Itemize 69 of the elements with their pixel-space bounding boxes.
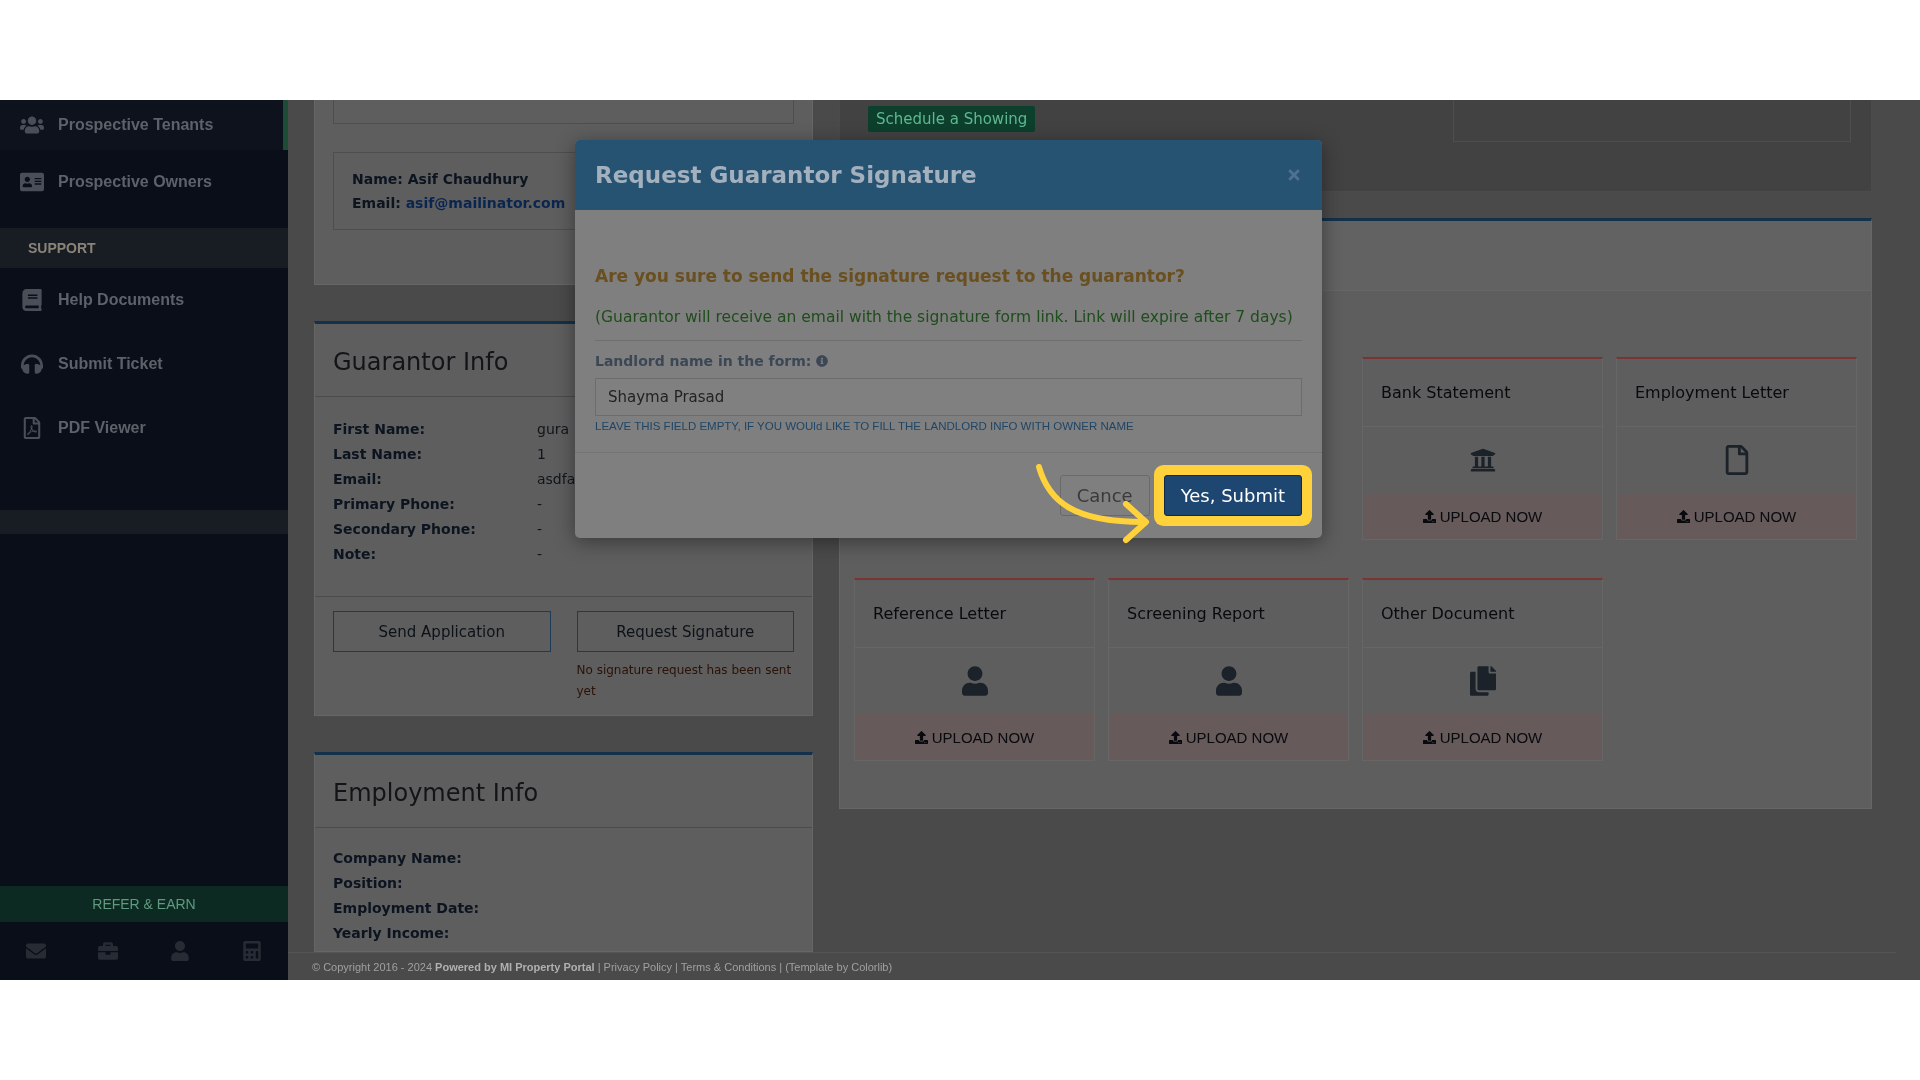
upload-icon — [1168, 730, 1182, 744]
id-card-icon — [20, 171, 44, 193]
card-title: Reference Letter — [855, 580, 1094, 648]
file-icon — [1723, 445, 1750, 475]
field-label: Note: — [333, 546, 377, 563]
upload-icon — [914, 730, 928, 744]
sidebar-item[interactable]: Prospective Tenants — [0, 100, 288, 150]
signature-status: No signature request has been sent yet — [576, 662, 793, 700]
outline-button[interactable]: Request Signature — [576, 611, 794, 653]
info-note: (Guarantor will receive an email with the signature form link. Link will expire after 7 days) — [595, 308, 1302, 341]
footer-text: © Copyright 2016 - 2024 Powered by MI Property Portal | Privacy Policy | Terms & Conditions | (Template by Colorlib) — [312, 960, 893, 973]
upload-icon — [1676, 509, 1690, 523]
field-label: Email: — [333, 471, 382, 488]
schedule-button[interactable]: Schedule a Showing — [868, 106, 1036, 132]
documents-icon — [1469, 666, 1496, 696]
sidebar-item[interactable]: Submit Ticket — [0, 332, 288, 396]
contact-name: Name: Asif Chaudhury — [352, 171, 529, 187]
field-value: 1 — [537, 446, 546, 463]
user-icon[interactable] — [170, 941, 190, 961]
dialog-title: Request Guarantor Signature — [595, 162, 977, 188]
envelope-icon[interactable] — [26, 941, 46, 961]
confirm-question: Are you sure to send the signature request to the guarantor? — [595, 266, 1186, 286]
card-title: Other Document — [1363, 580, 1602, 648]
upload-button[interactable]: UPLOAD NOW — [1363, 493, 1602, 539]
upload-button[interactable]: UPLOAD NOW — [1363, 714, 1602, 760]
outline-button[interactable]: Send Application — [333, 611, 551, 653]
upload-button[interactable]: UPLOAD NOW — [1109, 714, 1348, 760]
upload-button[interactable]: UPLOAD NOW — [1617, 493, 1856, 539]
field-label: Landlord name in the form: — [595, 353, 812, 369]
field-label: Primary Phone: — [333, 496, 455, 513]
field-label: Yearly Income: — [333, 925, 450, 941]
card-title: Bank Statement — [1363, 359, 1602, 427]
email-link[interactable]: asif@mailinator.com — [405, 195, 566, 211]
field-label: First Name: — [333, 421, 425, 438]
book-icon — [20, 289, 44, 311]
upload-button[interactable]: UPLOAD NOW — [855, 714, 1094, 760]
cancel-button[interactable]: Cance — [1059, 475, 1150, 516]
field-label: Employment Date: — [333, 900, 480, 916]
contact-email: Email: asif@mailinator.com — [352, 195, 566, 211]
field-label: Position: — [333, 875, 403, 891]
panel-title: Employment Info — [315, 755, 812, 828]
sidebar-item[interactable]: Help Documents — [0, 268, 288, 332]
users-icon — [20, 114, 44, 136]
upload-icon — [1422, 730, 1436, 744]
calculator-icon[interactable] — [242, 941, 262, 961]
card-title: Screening Report — [1109, 580, 1348, 648]
landlord-name-field[interactable]: Shayma Prasad — [595, 378, 1302, 416]
field-label: Last Name: — [333, 446, 423, 463]
info-icon[interactable] — [816, 355, 829, 367]
sidebar-item[interactable]: PDF Viewer — [0, 396, 288, 460]
upload-icon — [1422, 509, 1436, 523]
field-hint: LEAVE THIS FIELD EMPTY, IF YOU WOUld LIKE TO FILL THE LANDLORD INFO WITH OWNER NAME — [595, 420, 1135, 432]
sidebar-item[interactable]: Prospective Owners — [0, 150, 288, 214]
headphones-icon — [20, 353, 44, 375]
field-value: asdfa — [537, 471, 576, 488]
field-value: - — [537, 546, 543, 563]
close-button[interactable] — [1286, 167, 1302, 183]
user-icon — [1215, 666, 1242, 696]
field-value: - — [537, 496, 543, 513]
user-icon — [961, 666, 988, 696]
field-value: gura — [537, 421, 570, 438]
field-label: Secondary Phone: — [333, 521, 476, 538]
card-title: Employment Letter — [1617, 359, 1856, 427]
close-icon — [1286, 167, 1302, 183]
briefcase-icon[interactable] — [98, 941, 118, 961]
section-label: SUPPORT — [28, 240, 96, 256]
field-value: - — [537, 521, 543, 538]
field-label: Company Name: — [333, 850, 462, 866]
refer-button[interactable]: REFER & EARN — [0, 886, 288, 922]
